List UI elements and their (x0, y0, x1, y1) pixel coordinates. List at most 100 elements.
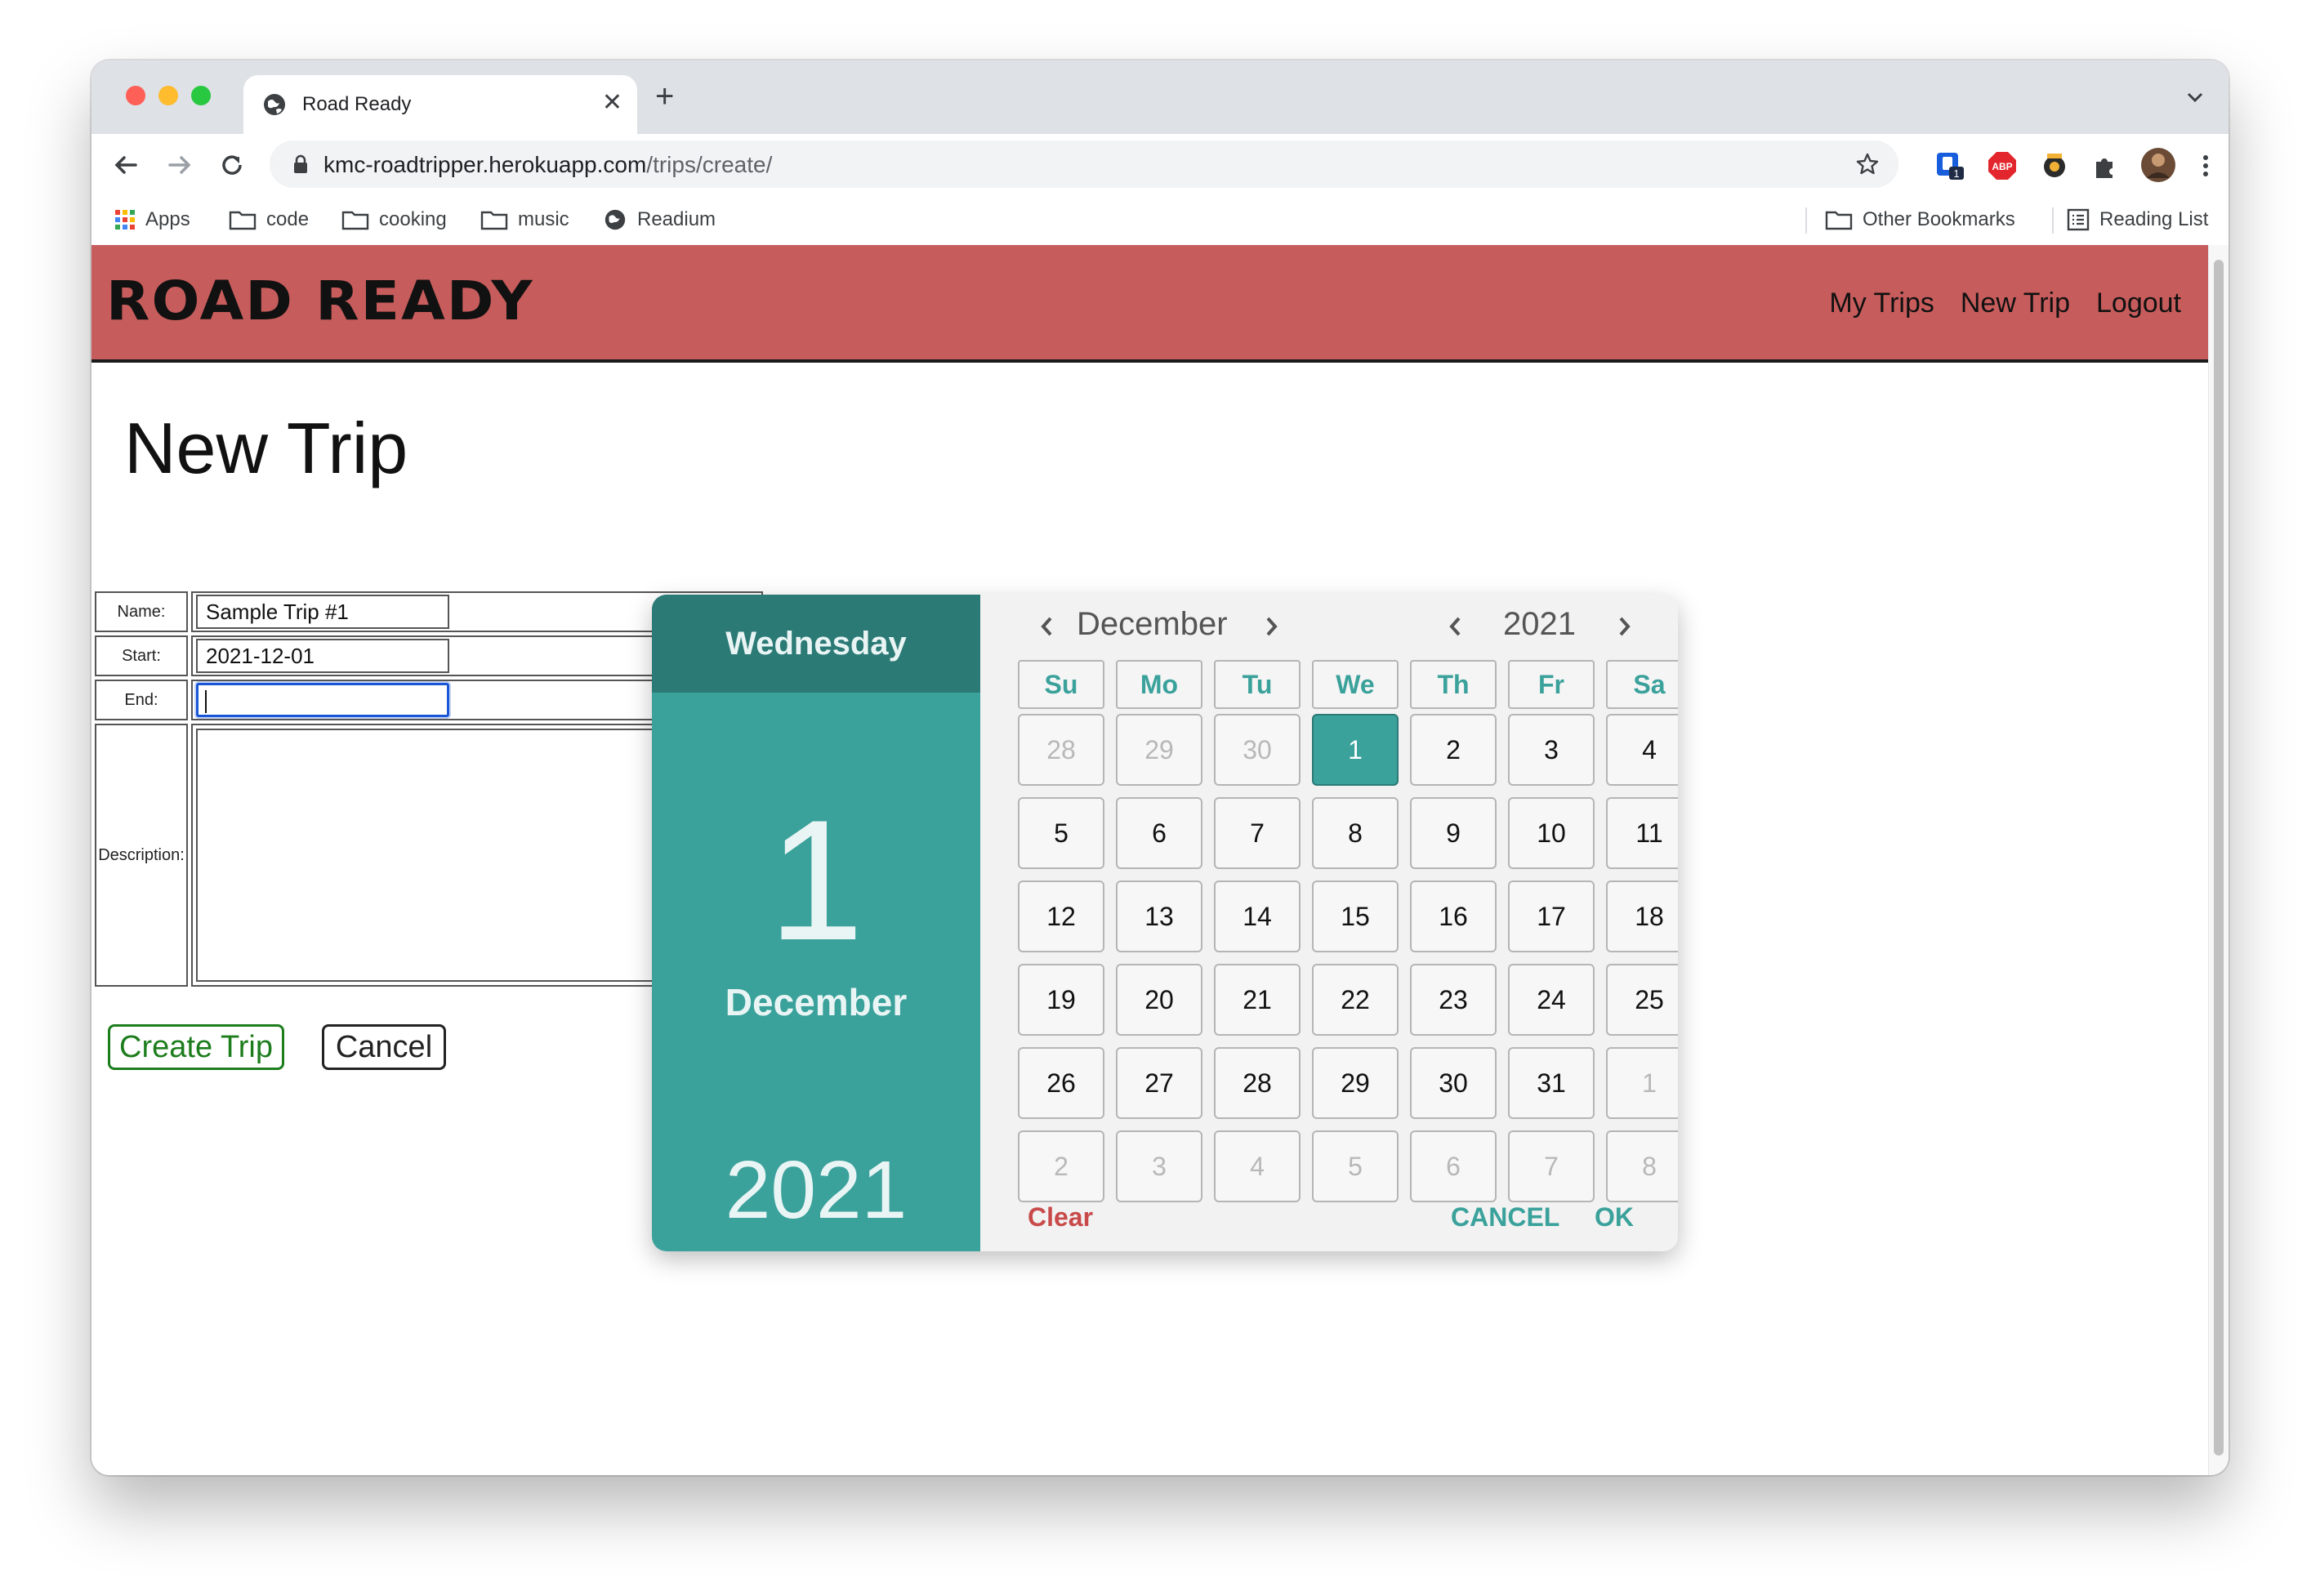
calendar-day[interactable]: 29 (1116, 714, 1202, 786)
calendar-day[interactable]: 23 (1410, 964, 1497, 1036)
create-trip-button[interactable]: Create Trip (108, 1024, 284, 1070)
calendar-day[interactable]: 6 (1410, 1130, 1497, 1202)
minimize-window-button[interactable] (158, 86, 178, 105)
calendar-day[interactable]: 26 (1018, 1047, 1104, 1119)
bookmark-label: music (518, 208, 569, 230)
calendar-day[interactable]: 5 (1018, 797, 1104, 869)
tab-bar: Road Ready ✕ + (91, 60, 2229, 134)
cancel-button[interactable]: Cancel (322, 1024, 446, 1070)
picker-cancel-button[interactable]: CANCEL (1451, 1202, 1559, 1233)
maximize-window-button[interactable] (191, 86, 211, 105)
nav-my-trips[interactable]: My Trips (1829, 288, 1934, 319)
bookmark-readium[interactable]: Readium (603, 207, 716, 232)
calendar-day[interactable]: 3 (1116, 1130, 1202, 1202)
calendar-day[interactable]: 4 (1214, 1130, 1301, 1202)
calendar-day[interactable]: 2 (1018, 1130, 1104, 1202)
nav-logout[interactable]: Logout (2096, 288, 2181, 319)
calendar-day[interactable]: 17 (1508, 880, 1595, 952)
calendar-day-selected[interactable]: 1 (1312, 714, 1399, 786)
year-label: 2021 (1503, 606, 1576, 642)
calendar-day[interactable]: 28 (1214, 1047, 1301, 1119)
extension-gear-icon[interactable] (2039, 150, 2070, 181)
bookmark-apps[interactable]: Apps (114, 207, 190, 232)
picker-ok-button[interactable]: OK (1595, 1202, 1634, 1233)
url-path: /trips/create/ (646, 152, 773, 177)
calendar-day[interactable]: 13 (1116, 880, 1202, 952)
calendar-day[interactable]: 31 (1508, 1047, 1595, 1119)
bookmark-code[interactable]: code (229, 207, 309, 232)
adblock-plus-icon[interactable]: ABP (1987, 150, 2018, 181)
calendar-day[interactable]: 21 (1214, 964, 1301, 1036)
calendar-day[interactable]: 11 (1606, 797, 1678, 869)
calendar-day[interactable]: 19 (1018, 964, 1104, 1036)
calendar-day[interactable]: 30 (1410, 1047, 1497, 1119)
calendar-day[interactable]: 14 (1214, 880, 1301, 952)
calendar-day[interactable]: 24 (1508, 964, 1595, 1036)
end-date-input[interactable] (196, 683, 449, 717)
calendar-day[interactable]: 27 (1116, 1047, 1202, 1119)
selected-year: 2021 (725, 1144, 908, 1236)
calendar-day[interactable]: 22 (1312, 964, 1399, 1036)
extension-badge: 1 (1953, 167, 1959, 180)
browser-toolbar: kmc-roadtripper.herokuapp.com/trips/crea… (91, 134, 2229, 196)
prev-month-icon[interactable] (1036, 613, 1059, 640)
calendar-day[interactable]: 3 (1508, 714, 1595, 786)
calendar-day[interactable]: 15 (1312, 880, 1399, 952)
weekday-header: We (1312, 660, 1399, 709)
back-arrow-icon[interactable] (111, 150, 141, 180)
next-month-icon[interactable] (1260, 613, 1283, 640)
new-tab-button[interactable]: + (655, 80, 674, 113)
prev-year-icon[interactable] (1444, 613, 1467, 640)
calendar-day[interactable]: 9 (1410, 797, 1497, 869)
calendar-day[interactable]: 8 (1312, 797, 1399, 869)
page-scrollbar[interactable] (2208, 245, 2229, 1475)
calendar-day[interactable]: 20 (1116, 964, 1202, 1036)
extensions-puzzle-icon[interactable] (2090, 150, 2121, 181)
next-year-icon[interactable] (1613, 613, 1635, 640)
reading-list[interactable]: Reading List (2067, 207, 2208, 232)
calendar-day[interactable]: 1 (1606, 1047, 1678, 1119)
name-input[interactable]: Sample Trip #1 (196, 595, 449, 629)
calendar-day[interactable]: 6 (1116, 797, 1202, 869)
browser-tab[interactable]: Road Ready ✕ (243, 75, 637, 134)
end-label: End: (95, 680, 188, 720)
address-bar[interactable]: kmc-roadtripper.herokuapp.com/trips/crea… (270, 140, 1898, 188)
profile-avatar[interactable] (2140, 147, 2176, 183)
bookmark-cooking[interactable]: cooking (341, 207, 447, 232)
bitwarden-extension-icon[interactable]: 1 (1934, 150, 1965, 181)
start-date-input[interactable]: 2021-12-01 (196, 639, 449, 673)
nav-new-trip[interactable]: New Trip (1961, 288, 2070, 319)
bookmarks-bar: Apps code cooking music Readium Other Bo… (91, 196, 2229, 247)
site-brand[interactable]: ROAD READY (106, 270, 534, 332)
menu-kebab-icon[interactable] (2197, 150, 2214, 181)
bookmark-label: cooking (379, 208, 447, 230)
clear-button[interactable]: Clear (1028, 1202, 1093, 1233)
calendar-day[interactable]: 7 (1214, 797, 1301, 869)
calendar-day[interactable]: 10 (1508, 797, 1595, 869)
bookmark-music[interactable]: music (480, 207, 569, 232)
calendar-day[interactable]: 30 (1214, 714, 1301, 786)
calendar-day[interactable]: 7 (1508, 1130, 1595, 1202)
calendar-day[interactable]: 5 (1312, 1130, 1399, 1202)
calendar-day[interactable]: 8 (1606, 1130, 1678, 1202)
calendar-day[interactable]: 16 (1410, 880, 1497, 952)
calendar-day[interactable]: 29 (1312, 1047, 1399, 1119)
description-textarea[interactable] (196, 729, 670, 982)
chevron-down-icon[interactable] (2184, 87, 2206, 108)
calendar-day[interactable]: 4 (1606, 714, 1678, 786)
close-window-button[interactable] (126, 86, 145, 105)
bookmark-star-icon[interactable] (1854, 151, 1881, 177)
calendar-day[interactable]: 28 (1018, 714, 1104, 786)
bookmark-label: code (266, 208, 310, 230)
forward-arrow-icon[interactable] (165, 150, 194, 180)
scroll-thumb[interactable] (2214, 260, 2224, 1456)
calendar-day[interactable]: 18 (1606, 880, 1678, 952)
weekday-header: Th (1410, 660, 1497, 709)
calendar-day[interactable]: 25 (1606, 964, 1678, 1036)
calendar-day[interactable]: 12 (1018, 880, 1104, 952)
apps-grid-icon (115, 210, 135, 230)
reload-icon[interactable] (217, 150, 247, 180)
other-bookmarks[interactable]: Other Bookmarks (1825, 207, 2015, 232)
close-tab-icon[interactable]: ✕ (602, 88, 622, 118)
calendar-day[interactable]: 2 (1410, 714, 1497, 786)
